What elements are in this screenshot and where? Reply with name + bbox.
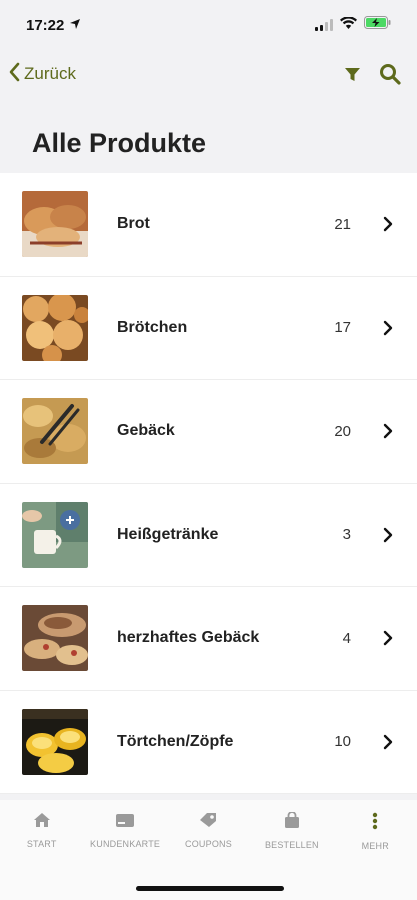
wifi-icon xyxy=(340,16,357,34)
list-item-count: 4 xyxy=(342,629,351,647)
tab-kundenkarte[interactable]: KUNDENKARTE xyxy=(84,812,167,849)
hot-drinks-thumbnail xyxy=(22,501,88,568)
list-item-label: Törtchen/Zöpfe xyxy=(117,732,234,750)
status-bar: 17:22 xyxy=(0,0,417,50)
status-indicators xyxy=(315,16,391,34)
tab-label: KUNDENKARTE xyxy=(90,839,161,849)
rolls-thumbnail xyxy=(22,294,88,361)
tab-label: BESTELLEN xyxy=(264,840,319,850)
list-item-count: 20 xyxy=(334,422,351,440)
home-indicator[interactable] xyxy=(136,886,284,891)
location-arrow-icon xyxy=(69,17,81,34)
list-item-count: 10 xyxy=(334,733,351,751)
chevron-right-icon xyxy=(381,734,395,750)
tag-icon xyxy=(199,812,217,833)
tab-start[interactable]: START xyxy=(0,812,83,849)
chevron-right-icon xyxy=(381,423,395,439)
list-item-count: 3 xyxy=(342,526,351,544)
list-item-label: herzhaftes Gebäck xyxy=(117,629,260,647)
tab-label: MEHR xyxy=(361,841,389,851)
list-item-herzhaftes-gebaeck[interactable]: herzhaftes Gebäck 4 xyxy=(0,587,417,691)
chevron-right-icon xyxy=(381,216,395,232)
product-list: Brot 21 Brötchen 17 Gebäck 20 Heißgeträn… xyxy=(0,173,417,794)
card-icon xyxy=(115,812,135,833)
bottom-safe-area xyxy=(0,860,417,900)
list-item-label: Heißgetränke xyxy=(117,525,219,543)
tab-label: START xyxy=(26,839,57,849)
list-item-label: Gebäck xyxy=(117,422,175,440)
tab-bar: START KUNDENKARTE COUPONS BESTELLEN MEHR xyxy=(0,800,417,860)
chevron-left-icon xyxy=(8,62,20,87)
chevron-right-icon xyxy=(381,630,395,646)
list-item-label: Brot xyxy=(117,215,150,233)
nav-bar: Zurück xyxy=(0,52,417,96)
chevron-right-icon xyxy=(381,527,395,543)
tab-coupons[interactable]: COUPONS xyxy=(167,812,250,849)
list-item-heissgetraenke[interactable]: Heißgetränke 3 xyxy=(0,484,417,587)
tab-bestellen[interactable]: BESTELLEN xyxy=(250,811,333,850)
list-item-toertchen-zoepfe[interactable]: Törtchen/Zöpfe 10 xyxy=(0,691,417,794)
list-item-count: 17 xyxy=(334,319,351,337)
tab-label: COUPONS xyxy=(185,839,232,849)
chevron-right-icon xyxy=(381,320,395,336)
cellular-signal-icon xyxy=(315,19,333,31)
page-title: Alle Produkte xyxy=(32,128,207,158)
nav-actions xyxy=(344,63,401,85)
list-item-gebaeck[interactable]: Gebäck 20 xyxy=(0,380,417,484)
list-item-brot[interactable]: Brot 21 xyxy=(0,173,417,277)
list-item-broetchen[interactable]: Brötchen 17 xyxy=(0,277,417,380)
list-item-count: 21 xyxy=(334,215,351,233)
pastry-thumbnail xyxy=(22,398,88,465)
list-item-label: Brötchen xyxy=(117,318,188,336)
back-button[interactable]: Zurück xyxy=(8,62,76,87)
search-icon[interactable] xyxy=(379,63,401,85)
filter-icon[interactable] xyxy=(344,66,361,83)
savory-pastry-thumbnail xyxy=(22,605,88,672)
bread-thumbnail xyxy=(22,191,88,258)
back-label: Zurück xyxy=(24,64,76,83)
status-time: 17:22 xyxy=(26,16,65,34)
more-icon xyxy=(372,812,378,835)
status-time-group: 17:22 xyxy=(26,17,81,34)
tartlets-thumbnail xyxy=(22,708,88,775)
bag-icon xyxy=(284,811,300,834)
tab-mehr[interactable]: MEHR xyxy=(334,812,417,851)
battery-charging-icon xyxy=(364,16,391,34)
home-icon xyxy=(33,812,51,833)
